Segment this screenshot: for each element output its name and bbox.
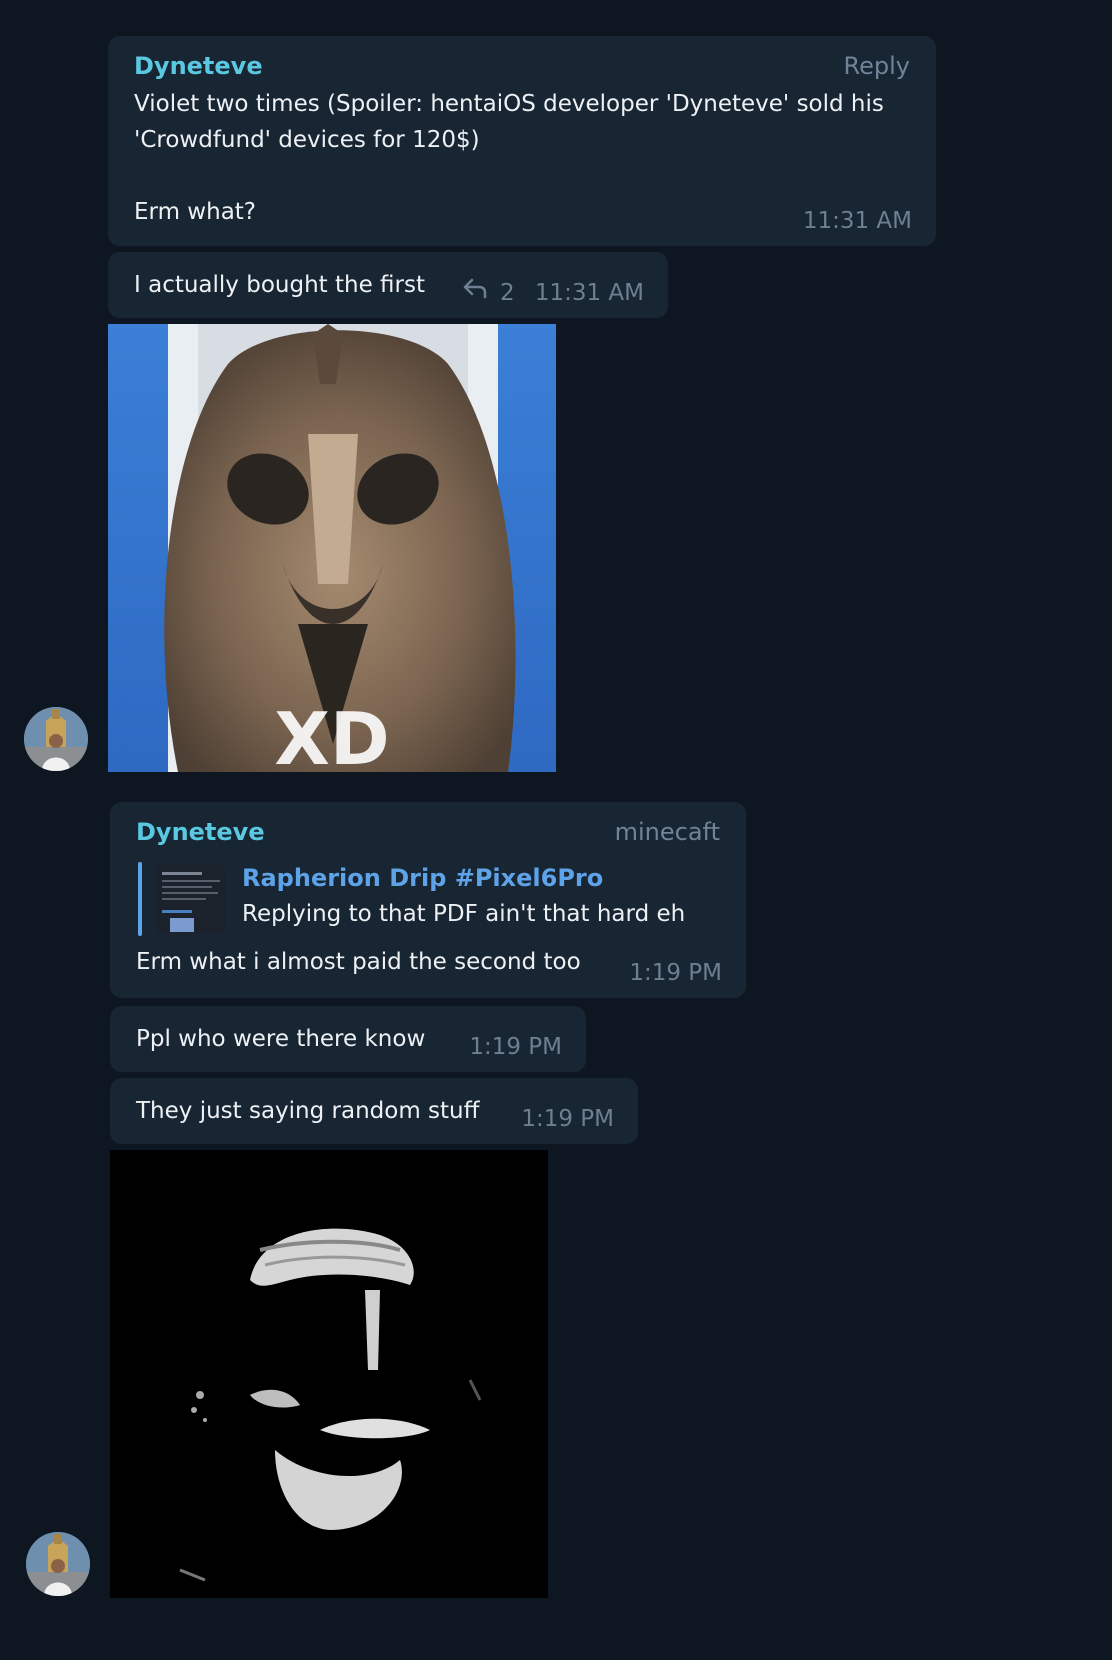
message-timestamp: 1:19 PM (629, 960, 722, 986)
message-bubble-2[interactable]: I actually bought the first 2 11:31 AM (108, 252, 668, 318)
reply-label[interactable]: Reply (844, 52, 910, 80)
reply-count[interactable]: 2 (500, 280, 515, 306)
message-bubble-4[interactable]: Dyneteve minecaft Rapherion Drip #Pixel6… (110, 802, 746, 998)
message-text: Ppl who were there know (136, 1026, 426, 1052)
photo-message-1[interactable]: XD (108, 324, 556, 772)
message-bubble-6[interactable]: They just saying random stuff 1:19 PM (110, 1078, 638, 1144)
message-bubble-1[interactable]: Dyneteve Reply Violet two times (Spoiler… (108, 36, 936, 246)
meme-photo: XD (108, 324, 556, 772)
sender-name[interactable]: Dyneteve (134, 52, 263, 80)
message-timestamp: 1:19 PM (469, 1034, 562, 1060)
photo-message-2[interactable] (110, 1150, 548, 1598)
sender-tag: minecaft (614, 818, 720, 846)
message-timestamp: 11:31 AM (802, 208, 912, 234)
message-text-line-1: Violet two times (Spoiler: hentaiOS deve… (134, 91, 884, 117)
message-text: They just saying random stuff (136, 1098, 480, 1124)
message-text: Erm what i almost paid the second too (136, 949, 581, 975)
reply-arrow-icon[interactable] (462, 276, 488, 300)
quote-thumbnail[interactable] (156, 864, 226, 934)
message-timestamp: 11:31 AM (534, 280, 644, 306)
message-text: I actually bought the first (134, 272, 425, 298)
message-timestamp: 1:19 PM (521, 1106, 614, 1132)
sender-name[interactable]: Dyneteve (136, 818, 265, 846)
message-bubble-5[interactable]: Ppl who were there know 1:19 PM (110, 1006, 586, 1072)
user-avatar[interactable] (24, 707, 88, 771)
quoted-text: Replying to that PDF ain't that hard eh (242, 901, 686, 927)
message-text-line-3: Erm what? (134, 199, 257, 225)
dark-meme-photo (110, 1150, 548, 1598)
user-avatar[interactable] (26, 1532, 90, 1596)
image-overlay-text: XD (274, 697, 389, 772)
message-text-line-2: 'Crowdfund' devices for 120$) (134, 127, 480, 153)
quote-bar (138, 862, 142, 936)
quoted-sender[interactable]: Rapherion Drip #Pixel6Pro (242, 864, 603, 892)
